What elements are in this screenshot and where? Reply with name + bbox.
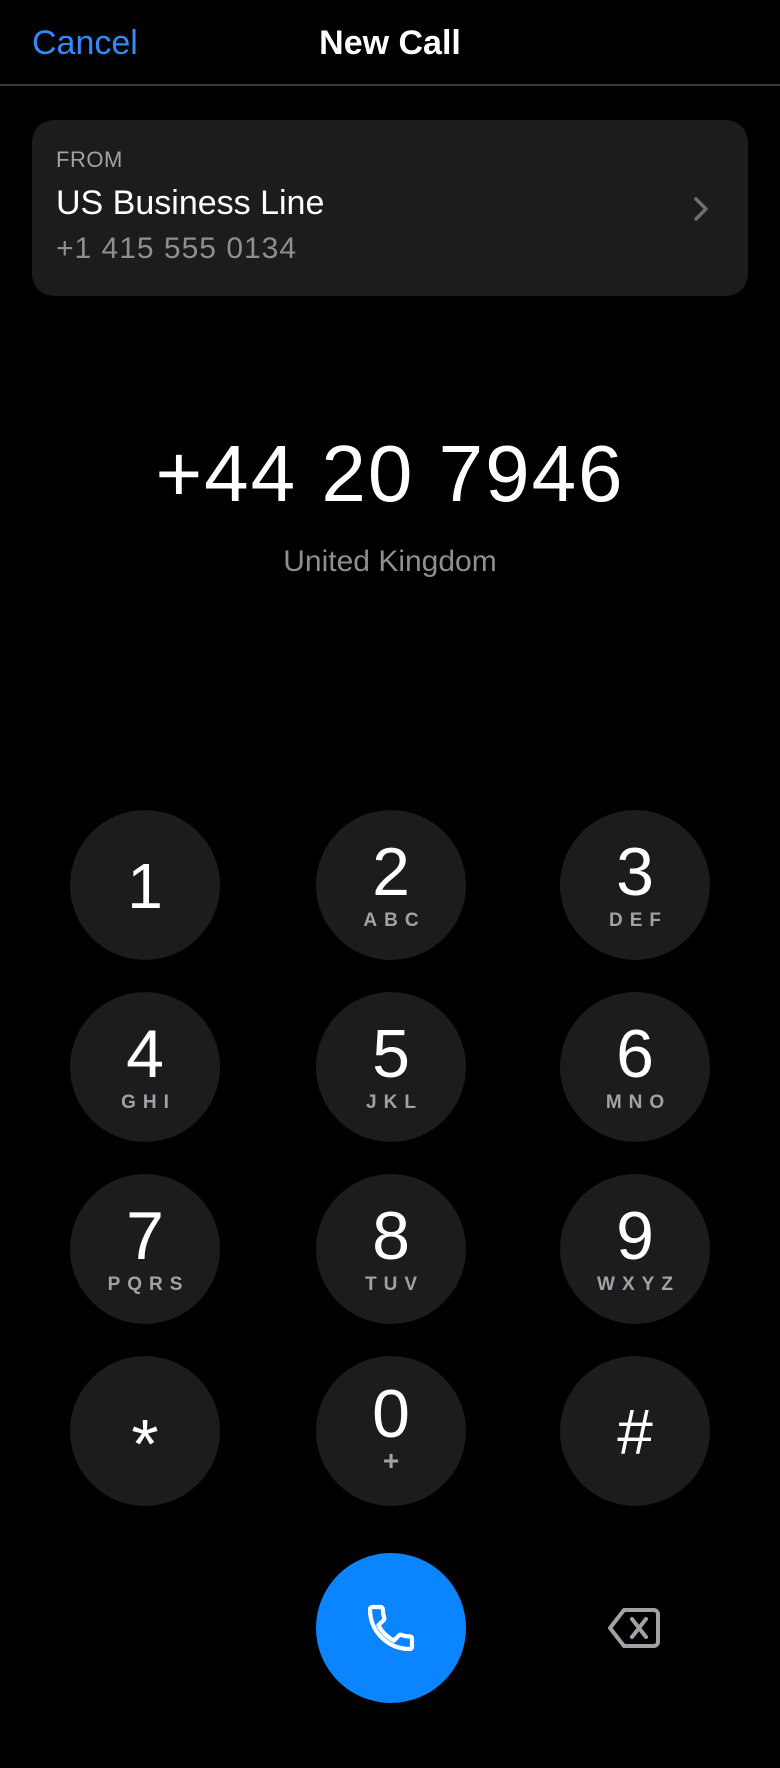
phone-icon bbox=[367, 1604, 415, 1652]
key-5[interactable]: 5 JKL bbox=[316, 992, 466, 1142]
page-title: New Call bbox=[319, 24, 461, 62]
key-hash[interactable]: # bbox=[560, 1356, 710, 1506]
key-digit: 4 bbox=[126, 1016, 164, 1092]
key-digit: # bbox=[617, 1396, 653, 1468]
key-letters: DEF bbox=[609, 910, 668, 931]
key-digit: 3 bbox=[616, 834, 654, 910]
key-digit: 8 bbox=[372, 1198, 410, 1274]
key-digit: 7 bbox=[126, 1198, 164, 1274]
key-6[interactable]: 6 MNO bbox=[560, 992, 710, 1142]
key-7[interactable]: 7 PQRS bbox=[70, 1174, 220, 1324]
from-line-selector[interactable]: FROM US Business Line +1 415 555 0134 bbox=[32, 120, 748, 296]
backspace-icon[interactable] bbox=[608, 1604, 660, 1652]
key-3[interactable]: 3 DEF bbox=[560, 810, 710, 960]
key-digit: 5 bbox=[372, 1016, 410, 1092]
key-letters: TUV bbox=[365, 1274, 424, 1295]
chevron-right-icon bbox=[694, 197, 708, 221]
key-letters: MNO bbox=[605, 1092, 672, 1113]
key-digit: 0 bbox=[372, 1376, 410, 1452]
key-letters: ABC bbox=[363, 910, 426, 931]
dialed-country: United Kingdom bbox=[283, 545, 497, 578]
key-star[interactable]: * bbox=[70, 1356, 220, 1506]
call-button[interactable] bbox=[316, 1553, 466, 1703]
key-9[interactable]: 9 WXYZ bbox=[560, 1174, 710, 1324]
key-digit: 9 bbox=[616, 1198, 654, 1274]
key-8[interactable]: 8 TUV bbox=[316, 1174, 466, 1324]
key-digit: * bbox=[131, 1405, 159, 1483]
key-letters: WXYZ bbox=[597, 1274, 680, 1295]
dialed-number: +44 20 7946 bbox=[155, 429, 625, 518]
key-1[interactable]: 1 bbox=[70, 810, 220, 960]
key-digit: 1 bbox=[127, 850, 163, 922]
from-label: FROM bbox=[56, 147, 123, 172]
key-digit: 2 bbox=[372, 834, 410, 910]
key-4[interactable]: 4 GHI bbox=[70, 992, 220, 1142]
key-letters: JKL bbox=[366, 1092, 423, 1113]
from-line-number: +1 415 555 0134 bbox=[56, 232, 298, 265]
from-line-name: US Business Line bbox=[56, 184, 325, 222]
key-digit: 6 bbox=[616, 1016, 654, 1092]
key-letters: GHI bbox=[121, 1092, 176, 1113]
navigation-bar: Cancel New Call bbox=[0, 0, 780, 86]
key-0[interactable]: 0 + bbox=[316, 1356, 466, 1506]
key-letters: PQRS bbox=[107, 1274, 190, 1295]
key-2[interactable]: 2 ABC bbox=[316, 810, 466, 960]
key-letters: + bbox=[382, 1445, 400, 1476]
